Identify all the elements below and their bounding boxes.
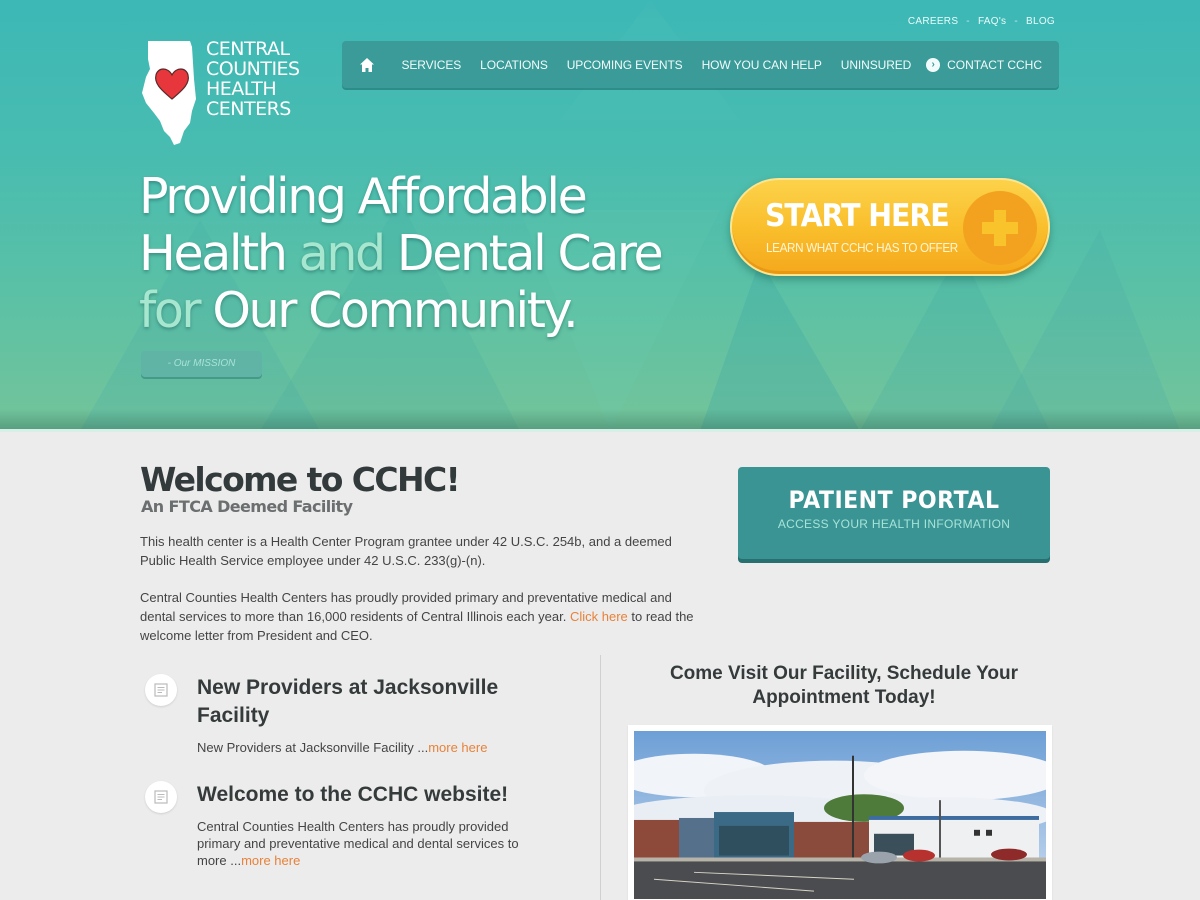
headline-accent: for: [139, 282, 202, 339]
document-icon: [145, 781, 177, 813]
headline-line-1: Providing Affordable: [139, 168, 661, 225]
home-icon: [360, 57, 374, 72]
logo-line: CENTRAL: [206, 38, 290, 60]
plus-icon: [963, 191, 1037, 265]
news-title[interactable]: Welcome to the CCHC website!: [197, 781, 547, 809]
headline-accent: and: [298, 225, 386, 282]
separator: -: [966, 16, 970, 27]
illinois-heart-icon: [142, 41, 196, 145]
news-excerpt: New Providers at Jacksonville Facility .…: [197, 740, 429, 755]
nav-contact-cchc[interactable]: › CONTACT CCHC: [926, 41, 1042, 88]
about-paragraph: Central Counties Health Centers has prou…: [140, 588, 700, 645]
facility-photo[interactable]: [634, 731, 1046, 899]
nav-how-you-can-help[interactable]: HOW YOU CAN HELP: [692, 58, 831, 72]
nav-locations[interactable]: LOCATIONS: [471, 58, 558, 72]
more-here-link[interactable]: more here: [428, 740, 487, 755]
headline-text: Health: [139, 225, 288, 282]
headline-text: Dental Care: [396, 225, 664, 282]
nav-contact-label: CONTACT CCHC: [947, 57, 1042, 72]
nav-services[interactable]: SERVICES: [392, 58, 471, 72]
welcome-heading: Welcome to CCHC!: [140, 460, 461, 499]
patient-portal-title: PATIENT PORTAL: [788, 486, 1000, 514]
hero-bottom-shadow: [0, 409, 1200, 431]
main-nav: SERVICES LOCATIONS UPCOMING EVENTS HOW Y…: [342, 41, 1059, 88]
separator: -: [1014, 16, 1018, 27]
news-body: New Providers at Jacksonville Facility .…: [197, 739, 547, 756]
our-mission-button[interactable]: - Our MISSION: [141, 351, 262, 377]
site-logo[interactable]: CENTRAL COUNTIES HEALTH CENTERS: [140, 39, 310, 147]
news-title[interactable]: New Providers at Jacksonville Facility: [197, 674, 547, 730]
visit-heading: Come Visit Our Facility, Schedule Your A…: [669, 663, 1019, 708]
start-here-title: START HERE: [765, 198, 950, 234]
click-here-link[interactable]: Click here: [570, 609, 628, 624]
nav-upcoming-events[interactable]: UPCOMING EVENTS: [557, 58, 692, 72]
headline-text: Our Community.: [212, 282, 578, 339]
document-icon: [145, 674, 177, 706]
start-here-subtitle: LEARN WHAT CCHC HAS TO OFFER: [766, 240, 958, 255]
facility-photo-frame: [628, 725, 1052, 900]
patient-portal-button[interactable]: PATIENT PORTAL ACCESS YOUR HEALTH INFORM…: [738, 467, 1050, 559]
news-item: New Providers at Jacksonville Facility N…: [145, 674, 545, 764]
hero-headline: Providing Affordable Health and Dental C…: [139, 168, 664, 339]
headline-line-2: Health and Dental Care: [139, 225, 664, 282]
welcome-subheading: An FTCA Deemed Facility: [141, 497, 353, 516]
logo-line: COUNTIES: [206, 58, 300, 80]
nav-uninsured[interactable]: UNINSURED: [831, 58, 920, 72]
more-here-link[interactable]: more here: [241, 853, 300, 868]
nav-home-button[interactable]: [342, 41, 392, 88]
logo-line: HEALTH: [206, 78, 277, 100]
column-divider: [600, 655, 601, 900]
faqs-link[interactable]: FAQ's: [978, 16, 1006, 27]
logo-line: CENTERS: [206, 98, 291, 120]
logo-text: CENTRAL COUNTIES HEALTH CENTERS: [206, 39, 300, 119]
utility-links: CAREERS - FAQ's - BLOG: [908, 16, 1055, 27]
headline-line-3: for Our Community.: [139, 282, 661, 339]
patient-portal-subtitle: ACCESS YOUR HEALTH INFORMATION: [777, 517, 1011, 531]
start-here-button[interactable]: START HERE LEARN WHAT CCHC HAS TO OFFER: [730, 178, 1050, 276]
chevron-right-circle-icon: ›: [926, 57, 941, 72]
news-item: Welcome to the CCHC website! Central Cou…: [145, 781, 545, 871]
hero-divider: [0, 429, 1200, 432]
news-body: Central Counties Health Centers has prou…: [197, 818, 547, 869]
headline-text: Providing Affordable: [139, 168, 588, 225]
careers-link[interactable]: CAREERS: [908, 16, 958, 27]
blog-link[interactable]: BLOG: [1026, 16, 1055, 27]
ftca-paragraph: This health center is a Health Center Pr…: [140, 534, 672, 568]
